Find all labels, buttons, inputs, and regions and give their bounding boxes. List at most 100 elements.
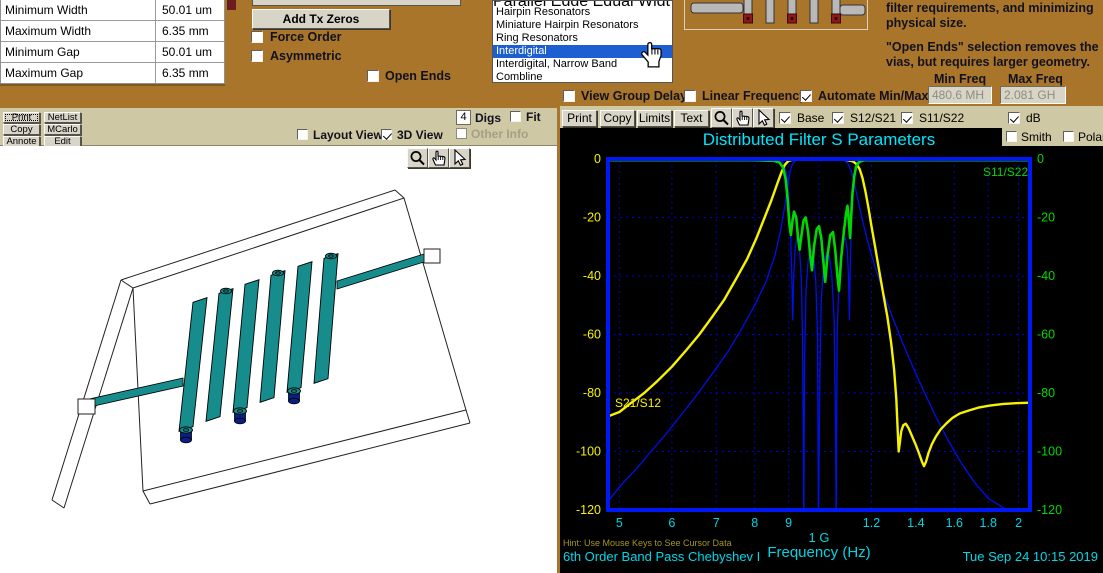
y-tick-label-right: -20	[1037, 211, 1055, 225]
x-axis-center-label: 1 G	[789, 530, 849, 545]
x-tick-label: 1.2	[863, 516, 880, 530]
add-tx-zeros-button[interactable]: Add Tx Zeros	[252, 9, 390, 29]
open-ends-checkbox[interactable]	[367, 70, 379, 82]
hand-cursor	[640, 41, 666, 69]
s11-s22-label: S11/S22	[919, 111, 964, 125]
min-freq-field[interactable]: 480.6 MH	[928, 86, 992, 104]
scroll-remnant	[227, 0, 236, 10]
chart-copy-button[interactable]: Copy	[600, 110, 635, 127]
chart-limits-button[interactable]: Limits	[637, 110, 672, 127]
y-tick-label-right: -120	[1037, 503, 1062, 517]
y-tick-label-left: -80	[583, 386, 601, 400]
x-tick-label: 1.6	[946, 516, 963, 530]
linear-frequency-label: Linear Frequency	[702, 89, 806, 103]
chart-print-button[interactable]: Print	[562, 110, 597, 127]
x-axis-title: Frequency (Hz)	[744, 544, 894, 561]
table-cell-value[interactable]: 6.35 mm	[156, 24, 224, 38]
chart-title: Distributed Filter S Parameters	[608, 130, 1030, 150]
asymmetric-checkbox[interactable]	[251, 50, 263, 62]
automate-min-max-checkbox[interactable]	[800, 90, 812, 102]
s12-s21-checkbox[interactable]	[832, 112, 844, 124]
layout-view-checkbox[interactable]	[297, 129, 308, 140]
y-tick-label-left: 0	[594, 152, 601, 166]
s12-s21-label: S12/S21	[850, 111, 896, 125]
force-order-label: Force Order	[270, 30, 342, 44]
chart-text-button[interactable]: Text	[674, 110, 709, 127]
layout-copy-button[interactable]: Copy	[3, 124, 40, 135]
hand-icon[interactable]	[428, 148, 449, 168]
y-tick-label-left: -100	[576, 445, 601, 459]
info-note-2: "Open Ends" selection removes the vias, …	[886, 40, 1103, 70]
y-tick-label-right: -100	[1037, 445, 1062, 459]
x-tick-label: 7	[713, 516, 720, 530]
asymmetric-label: Asymmetric	[270, 49, 342, 63]
table-cell-value[interactable]: 50.01 um	[156, 45, 224, 59]
list-item[interactable]: Hairpin Resonators	[493, 6, 672, 19]
arrow-icon[interactable]	[449, 148, 470, 168]
list-item[interactable]: Miniature Hairpin Resonators	[493, 19, 672, 32]
x-tick-label: 1.4	[907, 516, 924, 530]
filter-design-app: { "colors": { "background": "#a8752b", "…	[0, 0, 1103, 573]
view-group-delay-checkbox[interactable]	[563, 90, 575, 102]
3d-filter-model	[0, 146, 557, 573]
base-label: Base	[797, 111, 824, 125]
x-tick-label: 8	[751, 516, 758, 530]
max-freq-label: Max Freq	[1008, 72, 1063, 86]
layout-print-button[interactable]: Print	[3, 112, 40, 123]
table-row: Minimum Gap50.01 um	[1, 42, 224, 63]
dimension-limits-table: Minimum Width50.01 umMaximum Width6.35 m…	[0, 0, 225, 84]
max-freq-field[interactable]: 2.081 GH	[1000, 86, 1066, 104]
y-tick-label-right: -40	[1037, 269, 1055, 283]
list-item[interactable]: Combline	[493, 71, 672, 83]
view-group-delay-label: View Group Delay	[581, 89, 687, 103]
cutoff-button-top[interactable]	[252, 0, 461, 6]
db-checkbox[interactable]	[1008, 112, 1020, 124]
3d-view-label: 3D View	[397, 128, 443, 142]
s-parameter-plot: 567891.21.41.61.8200-20-20-40-40-60-60-8…	[560, 128, 1103, 573]
layout-mcarlo-button[interactable]: MCarlo	[44, 124, 81, 135]
table-cell-parameter: Minimum Width	[1, 0, 156, 20]
table-row: Minimum Width50.01 um	[1, 0, 224, 21]
fit-label: Fit	[526, 110, 541, 124]
open-ends-label: Open Ends	[385, 69, 451, 83]
x-tick-label: 6	[668, 516, 675, 530]
hand-icon[interactable]	[732, 108, 753, 128]
min-freq-label: Min Freq	[934, 72, 986, 86]
info-note-1: filter requirements, and minimizing phys…	[886, 1, 1103, 31]
filter-description: 6th Order Band Pass Chebyshev I	[563, 549, 760, 564]
s11-s22-checkbox[interactable]	[901, 112, 913, 124]
timestamp: Tue Sep 24 10:15 2019	[958, 549, 1098, 564]
digits-input[interactable]: 4	[456, 110, 471, 125]
x-tick-label: 2	[1015, 516, 1022, 530]
y-tick-label-right: -60	[1037, 328, 1055, 342]
fit-checkbox[interactable]	[510, 111, 521, 122]
force-order-checkbox[interactable]	[251, 31, 263, 43]
x-tick-label: 1.8	[980, 516, 997, 530]
table-cell-parameter: Maximum Width	[1, 21, 156, 41]
magnifier-icon[interactable]	[711, 108, 732, 128]
series-s11-s22	[608, 160, 1030, 290]
magnifier-icon[interactable]	[407, 148, 428, 168]
x-tick-label: 5	[616, 516, 623, 530]
table-cell-value[interactable]: 6.35 mm	[156, 66, 224, 80]
y-tick-label-right: -80	[1037, 386, 1055, 400]
arrow-icon[interactable]	[753, 108, 774, 128]
layout-netlist-button[interactable]: NetList	[44, 112, 81, 123]
x-tick-label: 9	[785, 516, 792, 530]
linear-frequency-checkbox[interactable]	[684, 90, 696, 102]
other-info-label: Other Info	[471, 127, 528, 141]
digits-label: Digs	[475, 111, 501, 125]
y-tick-label-right: 0	[1037, 152, 1044, 166]
3d-view-checkbox[interactable]	[381, 129, 392, 140]
layout-view-label: Layout View	[313, 128, 383, 142]
y-tick-label-left: -20	[583, 211, 601, 225]
table-cell-value[interactable]: 50.01 um	[156, 3, 224, 17]
y-tick-label-left: -120	[576, 503, 601, 517]
legend-s21-s12: S21/S12	[615, 396, 661, 410]
db-label: dB	[1026, 111, 1041, 125]
table-cell-parameter: Maximum Gap	[1, 63, 156, 83]
automate-min-max-label: Automate Min/Max	[818, 89, 928, 103]
base-checkbox[interactable]	[779, 112, 791, 124]
table-row: Maximum Width6.35 mm	[1, 21, 224, 42]
y-tick-label-left: -60	[583, 328, 601, 342]
